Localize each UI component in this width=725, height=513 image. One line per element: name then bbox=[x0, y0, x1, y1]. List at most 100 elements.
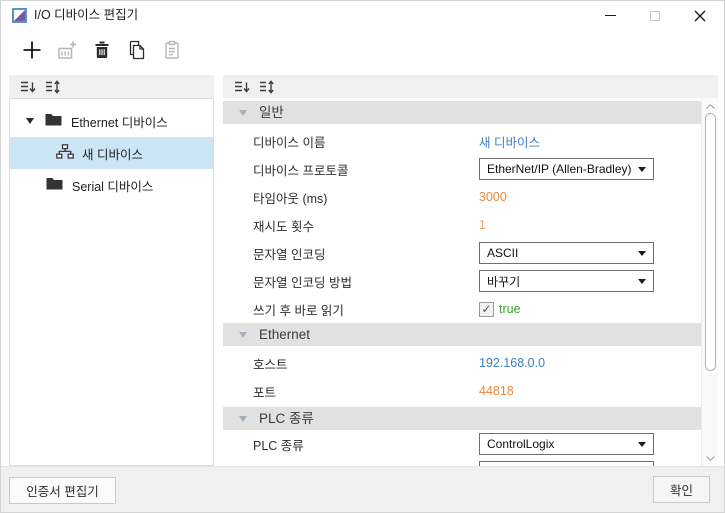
chevron-down-icon[interactable] bbox=[239, 110, 247, 116]
collapse-all-button[interactable] bbox=[19, 78, 37, 96]
tree-item-new-device[interactable]: 새 디바이스 bbox=[10, 137, 213, 169]
certificate-editor-button[interactable]: 인증서 편집기 bbox=[9, 477, 116, 504]
prop-label: PLC 종류 bbox=[253, 435, 479, 454]
chevron-down-icon bbox=[638, 167, 646, 172]
delete-button[interactable] bbox=[90, 38, 114, 62]
section-header-ethernet[interactable]: Ethernet bbox=[223, 323, 701, 346]
footer-bar: 인증서 편집기 확인 bbox=[1, 466, 724, 513]
chevron-down-icon bbox=[706, 456, 715, 461]
expand-all-button[interactable] bbox=[44, 78, 62, 96]
retry-count-value[interactable]: 1 bbox=[479, 218, 486, 232]
expand-all-icon bbox=[45, 79, 61, 95]
add-device-button[interactable] bbox=[20, 38, 44, 62]
tree-item-label: Serial 디바이스 bbox=[72, 176, 153, 195]
folder-icon bbox=[46, 177, 63, 193]
tree-panel-header bbox=[9, 75, 214, 98]
tree-item-label: Ethernet 디바이스 bbox=[71, 112, 168, 131]
copy-button[interactable] bbox=[125, 38, 149, 62]
prop-label: 타임아웃 (ms) bbox=[253, 188, 479, 207]
encoding-method-dropdown[interactable]: 바꾸기 bbox=[479, 270, 654, 292]
tree-item-label: 새 디바이스 bbox=[82, 144, 143, 163]
section-header-plc-type[interactable]: PLC 종류 bbox=[223, 407, 701, 430]
string-encoding-dropdown[interactable]: ASCII bbox=[479, 242, 654, 264]
row-string-encoding-method: 문자열 인코딩 방법 바꾸기 bbox=[223, 267, 701, 295]
section-rows: PLC 종류 ControlLogix 메시지 타입 태그 bbox=[223, 430, 701, 466]
section-title: PLC 종류 bbox=[259, 407, 314, 430]
plc-type-dropdown[interactable]: ControlLogix bbox=[479, 433, 654, 455]
chevron-down-icon[interactable] bbox=[239, 332, 247, 338]
dropdown-value: ASCII bbox=[487, 246, 518, 260]
dropdown-value: EtherNet/IP (Allen-Bradley) bbox=[487, 162, 632, 176]
timeout-value[interactable]: 3000 bbox=[479, 190, 507, 204]
row-host: 호스트 192.168.0.0 bbox=[223, 349, 701, 377]
copy-icon bbox=[126, 39, 148, 61]
scroll-up-button[interactable] bbox=[702, 99, 719, 113]
window-title: I/O 디바이스 편집기 bbox=[34, 1, 138, 30]
collapse-all-button[interactable] bbox=[233, 78, 251, 96]
device-name-value[interactable]: 새 디바이스 bbox=[479, 132, 540, 151]
prop-label: 포트 bbox=[253, 382, 479, 401]
maximize-button[interactable] bbox=[640, 1, 670, 30]
expand-all-icon bbox=[259, 79, 275, 95]
prop-label: 재시도 횟수 bbox=[253, 216, 479, 235]
section-rows: 디바이스 이름 새 디바이스 디바이스 프로토콜 EtherNet/IP (Al… bbox=[223, 127, 701, 323]
close-icon bbox=[694, 10, 706, 22]
chevron-down-icon bbox=[638, 442, 646, 447]
folder-icon bbox=[45, 113, 62, 129]
section-title: Ethernet bbox=[259, 323, 310, 346]
prop-label: 디바이스 프로토콜 bbox=[253, 160, 479, 179]
section-rows: 호스트 192.168.0.0 포트 44818 bbox=[223, 349, 701, 405]
tree-item-serial-devices[interactable]: Serial 디바이스 bbox=[10, 169, 213, 201]
scroll-down-button[interactable] bbox=[702, 451, 719, 465]
collapse-all-icon bbox=[20, 79, 36, 95]
toolbar bbox=[1, 30, 724, 69]
scrollbar-thumb[interactable] bbox=[705, 113, 716, 371]
dropdown-value: ControlLogix bbox=[487, 437, 554, 451]
close-button[interactable] bbox=[685, 1, 715, 30]
building-add-icon bbox=[56, 39, 78, 61]
section-header-general[interactable]: 일반 bbox=[223, 101, 701, 124]
paste-button[interactable] bbox=[160, 38, 184, 62]
chevron-down-icon[interactable] bbox=[26, 118, 34, 124]
chevron-down-icon[interactable] bbox=[239, 416, 247, 422]
add-group-button[interactable] bbox=[55, 38, 79, 62]
device-tree: Ethernet 디바이스 새 디바이스 Serial 디바이스 bbox=[9, 98, 214, 466]
chevron-down-icon bbox=[638, 279, 646, 284]
trash-icon bbox=[91, 39, 113, 61]
maximize-icon bbox=[650, 11, 660, 21]
row-string-encoding: 문자열 인코딩 ASCII bbox=[223, 239, 701, 267]
checkbox-value-label: true bbox=[499, 302, 521, 316]
protocol-dropdown[interactable]: EtherNet/IP (Allen-Bradley) bbox=[479, 158, 654, 180]
section-title: 일반 bbox=[259, 101, 284, 124]
vertical-scrollbar[interactable] bbox=[701, 98, 718, 466]
collapse-all-icon bbox=[234, 79, 250, 95]
prop-label: 호스트 bbox=[253, 354, 479, 373]
row-device-protocol: 디바이스 프로토콜 EtherNet/IP (Allen-Bradley) bbox=[223, 155, 701, 183]
prop-label: 문자열 인코딩 bbox=[253, 244, 479, 263]
tree-item-ethernet-devices[interactable]: Ethernet 디바이스 bbox=[10, 105, 213, 137]
plus-icon bbox=[21, 39, 43, 61]
minimize-button[interactable] bbox=[595, 1, 625, 30]
chevron-up-icon bbox=[706, 104, 715, 109]
port-value[interactable]: 44818 bbox=[479, 384, 514, 398]
host-value[interactable]: 192.168.0.0 bbox=[479, 356, 545, 370]
property-grid: 일반 디바이스 이름 새 디바이스 디바이스 프로토콜 EtherNet/IP … bbox=[223, 98, 701, 466]
titlebar: I/O 디바이스 편집기 bbox=[1, 1, 724, 30]
row-message-type: 메시지 타입 태그 bbox=[223, 458, 701, 466]
chevron-down-icon bbox=[638, 251, 646, 256]
row-plc-type: PLC 종류 ControlLogix bbox=[223, 430, 701, 458]
ok-button[interactable]: 확인 bbox=[653, 476, 710, 503]
minimize-icon bbox=[605, 15, 616, 16]
row-read-after-write: 쓰기 후 바로 읽기 true bbox=[223, 295, 701, 323]
row-timeout: 타임아웃 (ms) 3000 bbox=[223, 183, 701, 211]
row-port: 포트 44818 bbox=[223, 377, 701, 405]
property-panel-header bbox=[223, 75, 718, 98]
prop-label: 디바이스 이름 bbox=[253, 132, 479, 151]
app-logo-icon bbox=[12, 8, 27, 23]
prop-label: 문자열 인코딩 방법 bbox=[253, 272, 479, 291]
network-device-icon bbox=[56, 144, 74, 162]
row-device-name: 디바이스 이름 새 디바이스 bbox=[223, 127, 701, 155]
prop-label: 쓰기 후 바로 읽기 bbox=[253, 300, 479, 319]
expand-all-button[interactable] bbox=[258, 78, 276, 96]
read-after-write-checkbox[interactable] bbox=[479, 302, 494, 317]
